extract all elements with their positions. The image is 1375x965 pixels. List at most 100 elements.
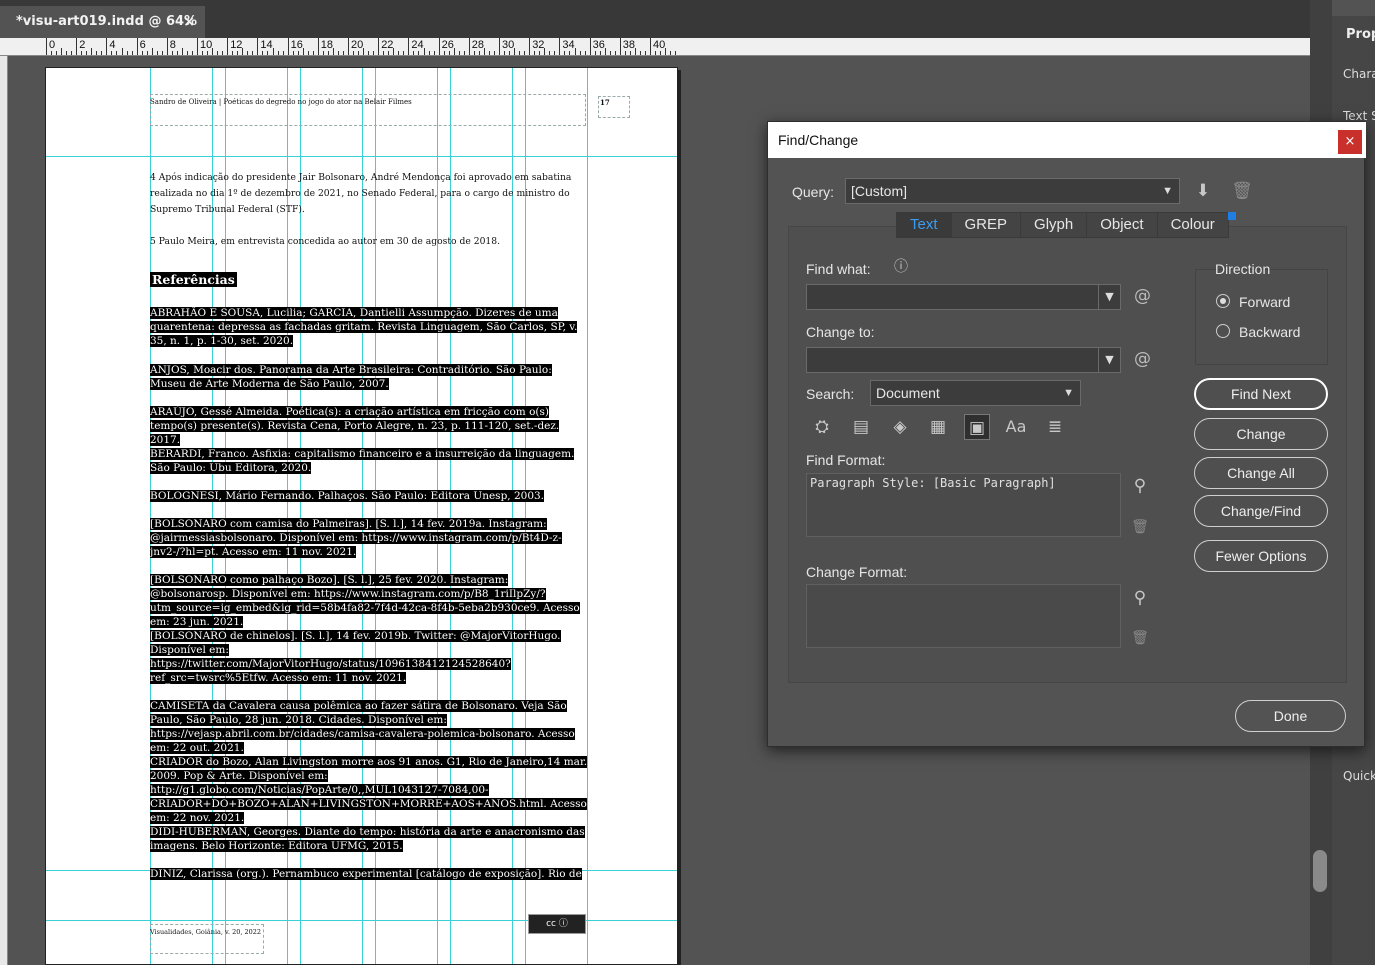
vertical-ruler[interactable] (0, 56, 8, 965)
search-scope-select[interactable]: Document ▼ (870, 380, 1081, 406)
ruler-minor-tick (322, 51, 324, 55)
trash-icon[interactable]: 🗑 (1127, 514, 1153, 540)
ruler-major-tick (317, 38, 319, 55)
change-all-button[interactable]: Change All (1194, 457, 1328, 489)
ruler-label: 20 (351, 39, 364, 51)
ruler-label: 16 (290, 39, 303, 51)
find-next-button[interactable]: Find Next (1194, 378, 1328, 410)
ruler-label: 36 (592, 39, 605, 51)
ruler-minor-tick (665, 48, 667, 55)
case-sensitive-icon[interactable]: Aa (1003, 414, 1029, 440)
reference-entry: CAMISETA da Cavalera causa polêmica ao f… (150, 699, 588, 755)
include-footnotes-icon[interactable]: ▣ (964, 414, 990, 440)
tab-object[interactable]: Object (1087, 213, 1158, 237)
ruler-label: 26 (441, 39, 454, 51)
find-format-value: Paragraph Style: [Basic Paragraph] (810, 476, 1056, 490)
find-what-input[interactable]: ▼ (806, 284, 1121, 310)
document-tab-bar: *visu-art019.indd @ 64% × (0, 0, 1330, 38)
direction-backward-label[interactable]: Backward (1239, 324, 1300, 340)
panel-scrollbar-thumb[interactable] (1313, 850, 1327, 892)
ruler-minor-tick (544, 48, 546, 55)
indesign-window: *visu-art019.indd @ 64% × 0 2 4 6 8 10 12 14 16 1… (0, 0, 1375, 965)
ruler-minor-tick (161, 51, 163, 55)
include-hidden-layers-icon[interactable]: ◈ (887, 414, 913, 440)
chevron-down-icon: ▼ (1162, 185, 1173, 197)
ruler-minor-tick (368, 51, 370, 55)
info-icon[interactable]: ⓘ (888, 254, 914, 280)
ruler-minor-tick (398, 51, 400, 55)
reference-text: ARAÚJO, Gessé Almeida. Poética(s): a cri… (150, 406, 560, 446)
reference-entry: BERARDI, Franco. Asfixia: capitalismo fi… (150, 447, 588, 475)
query-select[interactable]: [Custom] ▼ (845, 178, 1180, 204)
ruler-minor-tick (418, 51, 420, 55)
ruler-minor-tick (534, 51, 536, 55)
close-tab-icon[interactable]: × (183, 6, 195, 38)
ruler-major-tick (166, 38, 168, 55)
change-find-button[interactable]: Change/Find (1194, 495, 1328, 527)
references-heading: Referências (150, 272, 237, 287)
dialog-title-bar[interactable]: Find/Change (768, 122, 1366, 158)
change-format-box[interactable] (806, 584, 1121, 648)
ruler-minor-tick (609, 51, 611, 55)
properties-panel-title[interactable]: Prop (1346, 27, 1375, 42)
ruler-minor-tick (237, 51, 239, 55)
creative-commons-badge: cc ⓘ (528, 914, 586, 934)
ruler-minor-tick (111, 51, 113, 55)
ruler-label: 34 (562, 39, 575, 51)
trash-icon[interactable]: 🗑 (1229, 178, 1255, 204)
ruler-minor-tick (514, 48, 516, 55)
tab-glyph[interactable]: Glyph (1021, 213, 1088, 237)
horizontal-ruler[interactable]: 0 2 4 6 8 10 12 14 16 18 20 22 24 26 28 30 32 34 36 38 40 (0, 38, 1310, 56)
reference-text: CAMISETA da Cavalera causa polêmica ao f… (150, 700, 575, 754)
fewer-options-button[interactable]: Fewer Options (1194, 540, 1328, 572)
change-to-input[interactable]: ▼ (806, 347, 1121, 373)
tab-grep[interactable]: GREP (952, 213, 1022, 237)
document-tab-title: *visu-art019.indd @ 64% (16, 14, 198, 29)
whole-word-icon[interactable]: ≣ (1042, 414, 1068, 440)
save-query-icon[interactable]: ⬇ (1190, 178, 1216, 204)
ruler-minor-tick (660, 51, 662, 55)
specify-format-icon[interactable]: ⚲ (1127, 473, 1153, 499)
ruler-minor-tick (242, 48, 244, 55)
direction-backward-radio[interactable] (1216, 324, 1230, 338)
include-locked-stories-icon[interactable]: ▤ (848, 414, 874, 440)
ruler-minor-tick (524, 51, 526, 55)
ruler-minor-tick (509, 51, 511, 55)
at-sign-icon[interactable]: @ (1134, 286, 1151, 306)
find-change-dialog: Find/Change × Query: [Custom] ▼ ⬇ 🗑 Text… (767, 121, 1366, 747)
specify-format-icon[interactable]: ⚲ (1127, 585, 1153, 611)
include-master-pages-icon[interactable]: ▦ (925, 414, 951, 440)
direction-forward-label[interactable]: Forward (1239, 294, 1290, 310)
at-sign-icon[interactable]: @ (1134, 349, 1151, 369)
ruler-minor-tick (624, 51, 626, 55)
ruler-minor-tick (604, 48, 606, 55)
reference-text: BERARDI, Franco. Asfixia: capitalismo fi… (150, 448, 575, 474)
find-format-box[interactable]: Paragraph Style: [Basic Paragraph] (806, 473, 1121, 537)
reference-text: ANJOS, Moacir dos. Panorama da Arte Bras… (150, 364, 552, 390)
ruler-minor-tick (212, 48, 214, 55)
chevron-down-icon[interactable]: ▼ (1098, 348, 1120, 372)
document-tab[interactable]: *visu-art019.indd @ 64% × (0, 6, 205, 38)
ruler-minor-tick (247, 51, 249, 55)
done-button[interactable]: Done (1235, 700, 1346, 732)
tab-colour[interactable]: Colour (1158, 213, 1228, 237)
reference-text: [BOLSONARO como palhaço Bozo]. [S. l.], … (150, 574, 580, 628)
ruler-minor-tick (358, 51, 360, 55)
ruler-minor-tick (262, 51, 264, 55)
ruler-minor-tick (574, 48, 576, 55)
reference-entry: DIDI-HUBERMAN, Georges. Diante do tempo:… (150, 825, 588, 853)
direction-forward-radio[interactable] (1216, 294, 1230, 308)
ruler-minor-tick (554, 51, 556, 55)
close-dialog-icon[interactable]: × (1338, 130, 1362, 154)
trash-icon[interactable]: 🗑 (1127, 625, 1153, 651)
ruler-minor-tick (146, 51, 148, 55)
change-button[interactable]: Change (1194, 418, 1328, 450)
ruler-major-tick (408, 38, 410, 55)
reference-entry: ABRAHÃO E SOUSA, Lucilia; GARCIA, Dantie… (150, 306, 588, 348)
chevron-down-icon[interactable]: ▼ (1098, 285, 1120, 309)
ruler-minor-tick (363, 48, 365, 55)
ruler-minor-tick (217, 51, 219, 55)
include-locked-layers-icon[interactable]: ⛭ (809, 414, 835, 440)
document-page[interactable]: Sandro de Oliveira | Poéticas do degredo… (45, 67, 678, 965)
tab-text[interactable]: Text (897, 213, 952, 237)
